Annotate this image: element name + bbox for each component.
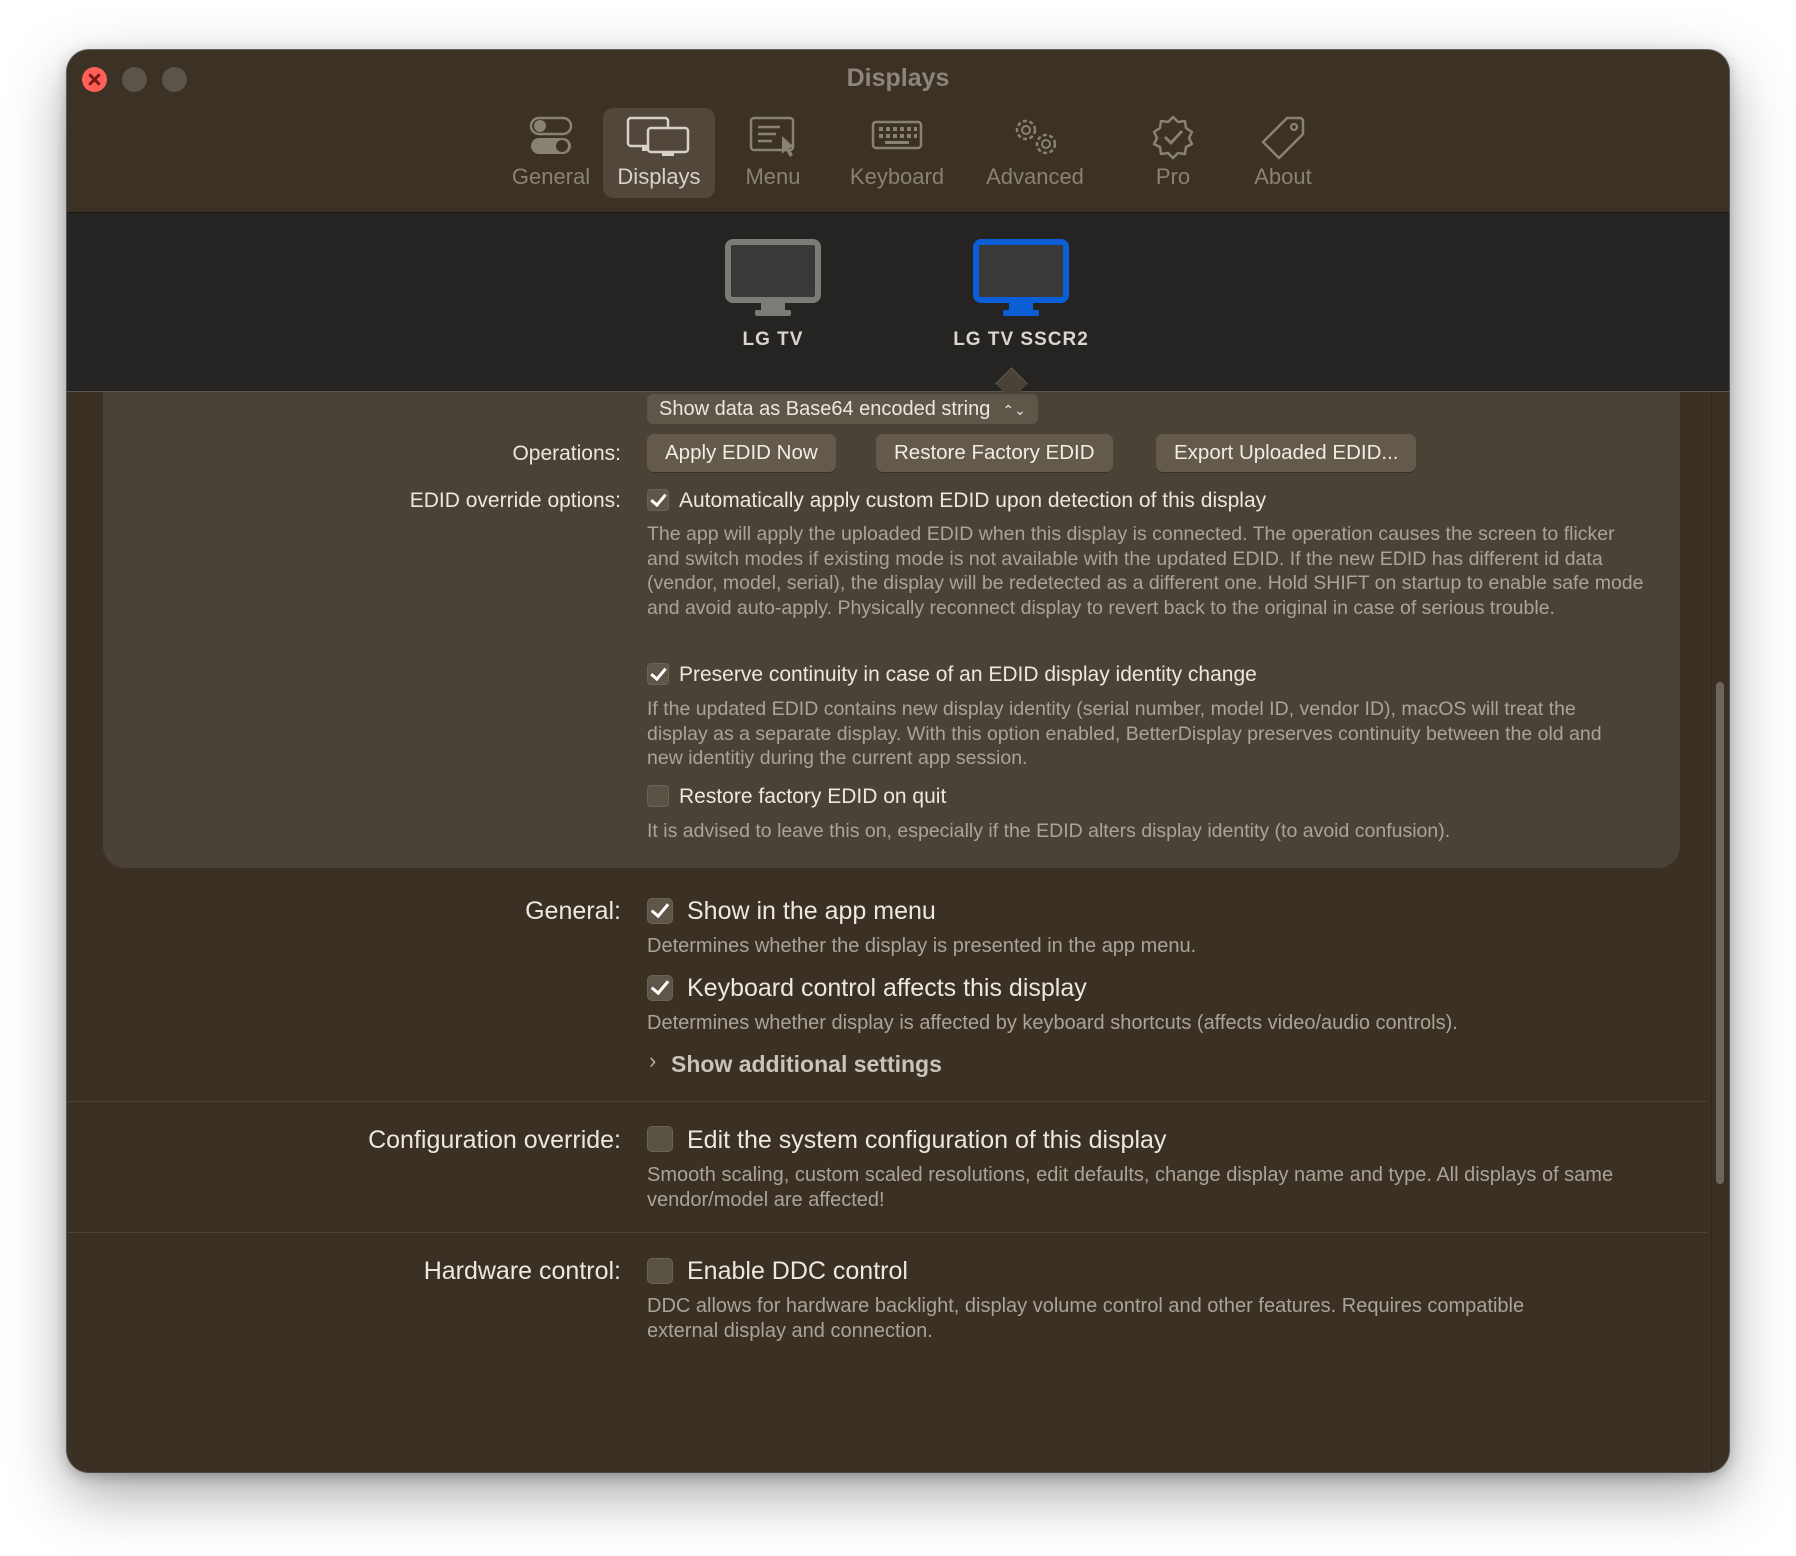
- edid-data-format-select[interactable]: Show data as Base64 encoded string ⌃⌄: [647, 394, 1038, 424]
- configuration-override-label: Configuration override:: [368, 1126, 621, 1154]
- auto-apply-edid-description: The app will apply the uploaded EDID whe…: [647, 523, 1644, 619]
- restore-factory-edid-button[interactable]: Restore Factory EDID: [876, 434, 1113, 472]
- tab-advanced-label: Advanced: [986, 164, 1084, 189]
- updown-chevron-icon: ⌃⌄: [1002, 402, 1026, 418]
- enable-ddc-checkbox[interactable]: [647, 1258, 673, 1284]
- tab-keyboard[interactable]: Keyboard: [831, 108, 963, 198]
- show-in-app-menu-checkbox[interactable]: [647, 898, 673, 924]
- tab-keyboard-label: Keyboard: [849, 164, 945, 189]
- tab-displays-label: Displays: [617, 164, 701, 189]
- tab-advanced[interactable]: Advanced: [965, 108, 1105, 198]
- displays-icon: [626, 116, 690, 156]
- tab-about[interactable]: About: [1235, 108, 1331, 198]
- edid-override-label: EDID override options:: [409, 489, 621, 512]
- monitor-icon: [725, 239, 821, 316]
- scrollbar-thumb[interactable]: [1716, 682, 1724, 1184]
- edid-data-format-value: Show data as Base64 encoded string: [659, 398, 991, 420]
- enable-ddc-description: DDC allows for hardware backlight, displ…: [647, 1295, 1525, 1342]
- edit-system-configuration-description: Smooth scaling, custom scaled resolution…: [647, 1164, 1614, 1211]
- display-name: LG TV SSCR2: [953, 329, 1089, 350]
- auto-apply-edid-label: Automatically apply custom EDID upon det…: [679, 489, 1267, 512]
- tab-pro-label: Pro: [1155, 164, 1191, 189]
- section-divider: [67, 1101, 1707, 1102]
- preserve-continuity-description: If the updated EDID contains new display…: [647, 698, 1602, 769]
- seal-check-icon: [1152, 115, 1194, 160]
- chevron-right-icon[interactable]: ›: [649, 1048, 656, 1074]
- general-label: General:: [525, 897, 621, 925]
- window-toolbar: Displays General Displays Menu Keyboard …: [67, 50, 1729, 213]
- edit-system-configuration-checkbox[interactable]: [647, 1126, 673, 1152]
- display-item-lg-tv-sscr2[interactable]: LG TV SSCR2: [931, 239, 1111, 351]
- toggles-icon: [529, 116, 573, 154]
- hardware-control-label: Hardware control:: [423, 1257, 621, 1285]
- operations-label: Operations:: [512, 442, 621, 465]
- tab-pro[interactable]: Pro: [1135, 108, 1211, 198]
- restore-factory-on-quit-checkbox[interactable]: [647, 785, 669, 807]
- edit-system-configuration-label: Edit the system configuration of this di…: [687, 1126, 1167, 1154]
- apply-edid-now-button[interactable]: Apply EDID Now: [647, 434, 836, 472]
- preferences-tab-bar: General Displays Menu Keyboard Advanced …: [67, 108, 1729, 200]
- settings-scroll-area[interactable]: Show data as Base64 encoded string ⌃⌄ Ope…: [67, 392, 1729, 1472]
- export-uploaded-edid-button[interactable]: Export Uploaded EDID...: [1156, 434, 1417, 472]
- tab-menu[interactable]: Menu: [721, 108, 825, 198]
- monitor-icon: [973, 239, 1069, 316]
- show-additional-settings-toggle[interactable]: Show additional settings: [671, 1051, 942, 1078]
- keyboard-control-checkbox[interactable]: [647, 975, 673, 1001]
- tab-about-label: About: [1254, 164, 1312, 189]
- tab-general[interactable]: General: [501, 108, 601, 198]
- show-in-app-menu-description: Determines whether the display is presen…: [647, 935, 1197, 957]
- enable-ddc-label: Enable DDC control: [687, 1257, 908, 1285]
- show-in-app-menu-label: Show in the app menu: [687, 897, 936, 925]
- section-divider: [67, 1232, 1707, 1233]
- display-picker: LG TV LG TV SSCR2: [67, 213, 1729, 392]
- keyboard-control-label: Keyboard control affects this display: [687, 974, 1087, 1002]
- display-item-lg-tv[interactable]: LG TV: [683, 239, 863, 351]
- preserve-continuity-checkbox[interactable]: [647, 663, 669, 685]
- keyboard-icon: [871, 120, 923, 150]
- auto-apply-edid-checkbox[interactable]: [647, 489, 669, 511]
- gears-icon: [1015, 119, 1057, 155]
- restore-factory-on-quit-label: Restore factory EDID on quit: [679, 785, 947, 808]
- preferences-window: Displays General Displays Menu Keyboard …: [67, 50, 1729, 1472]
- tab-displays[interactable]: Displays: [603, 108, 715, 198]
- tab-general-label: General: [511, 164, 591, 189]
- window-title: Displays: [846, 64, 950, 92]
- tag-icon: [1261, 116, 1305, 160]
- menu-icon: [749, 116, 795, 157]
- tab-menu-label: Menu: [745, 164, 801, 189]
- restore-factory-on-quit-description: It is advised to leave this on, especial…: [647, 820, 1451, 842]
- keyboard-control-description: Determines whether display is affected b…: [647, 1012, 1458, 1034]
- display-name: LG TV: [742, 329, 804, 350]
- vertical-scrollbar[interactable]: [1711, 392, 1728, 1472]
- preserve-continuity-label: Preserve continuity in case of an EDID d…: [679, 663, 1257, 686]
